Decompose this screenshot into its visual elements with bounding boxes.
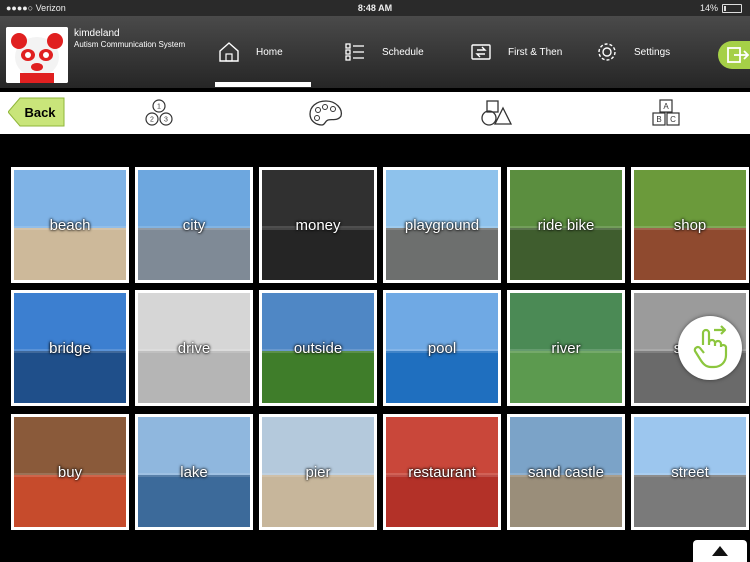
nav-home[interactable]: Home bbox=[216, 16, 283, 88]
shapes-icon bbox=[481, 100, 513, 126]
expand-tray-button[interactable] bbox=[693, 540, 747, 562]
picture-tile[interactable]: money bbox=[259, 167, 377, 283]
picture-tile[interactable]: bridge bbox=[11, 290, 129, 406]
exit-button[interactable] bbox=[718, 41, 750, 69]
numbers-icon: 12 3 bbox=[145, 99, 173, 126]
list-icon bbox=[342, 39, 368, 65]
swap-icon bbox=[468, 39, 494, 65]
app-subtitle: Autism Communication System bbox=[74, 40, 186, 49]
gear-icon bbox=[594, 39, 620, 65]
picture-tile[interactable]: city bbox=[135, 167, 253, 283]
back-label: Back bbox=[24, 105, 56, 120]
tile-label: bridge bbox=[49, 340, 91, 357]
tile-label: drive bbox=[177, 340, 211, 357]
tile-label: pool bbox=[427, 340, 457, 357]
picture-tile[interactable]: lake bbox=[135, 414, 253, 530]
svg-text:C: C bbox=[670, 115, 676, 124]
nav-settings-label: Settings bbox=[634, 46, 671, 58]
category-toolbar: Back 12 3 ABC bbox=[0, 92, 750, 134]
nav-first-then-label: First & Then bbox=[508, 46, 563, 58]
picture-tile[interactable]: playground bbox=[383, 167, 501, 283]
tile-label: playground bbox=[404, 217, 480, 234]
svg-text:2: 2 bbox=[150, 117, 154, 124]
picture-tile[interactable]: pool bbox=[383, 290, 501, 406]
svg-text:B: B bbox=[656, 115, 661, 124]
user-info: kimdeland Autism Communication System bbox=[74, 28, 185, 49]
tile-label: buy bbox=[57, 464, 83, 481]
picture-tile[interactable]: restaurant bbox=[383, 414, 501, 530]
status-bar: ●●●●○ Verizon 8:48 AM 14% bbox=[0, 0, 750, 16]
tile-label: money bbox=[295, 217, 341, 234]
tile-label: beach bbox=[49, 217, 91, 234]
battery-icon bbox=[722, 3, 742, 13]
tap-assist-button[interactable] bbox=[678, 316, 742, 380]
picture-tile[interactable]: shop bbox=[631, 167, 749, 283]
picture-tile[interactable]: sand castle bbox=[507, 414, 625, 530]
avatar[interactable] bbox=[6, 27, 68, 83]
nav-settings[interactable]: Settings bbox=[594, 16, 670, 88]
tile-label: shop bbox=[673, 217, 707, 234]
back-button[interactable]: Back bbox=[7, 96, 66, 127]
nav-home-label: Home bbox=[256, 46, 283, 58]
nav-first-then[interactable]: First & Then bbox=[468, 16, 562, 88]
picture-tile[interactable]: ride bike bbox=[507, 167, 625, 283]
art-category-button[interactable] bbox=[308, 98, 344, 128]
abc-blocks-icon: AB C bbox=[652, 99, 680, 126]
active-tab-indicator bbox=[215, 82, 311, 87]
tile-label: lake bbox=[180, 464, 208, 481]
letters-category-button[interactable]: ABC bbox=[648, 98, 684, 128]
picture-tile[interactable]: river bbox=[507, 290, 625, 406]
battery-percent: 14% bbox=[699, 3, 718, 13]
pointing-hand-icon bbox=[693, 325, 728, 369]
up-arrow-icon bbox=[712, 546, 728, 556]
picture-tile[interactable]: pier bbox=[259, 414, 377, 530]
clock: 8:48 AM bbox=[357, 3, 393, 13]
picture-tile[interactable]: street bbox=[631, 414, 749, 530]
nav-schedule-label: Schedule bbox=[382, 46, 424, 58]
nav-schedule[interactable]: Schedule bbox=[342, 16, 424, 88]
svg-text:1: 1 bbox=[157, 104, 161, 111]
picture-tile[interactable]: beach bbox=[11, 167, 129, 283]
tile-label: city bbox=[182, 217, 206, 234]
user-name: kimdeland bbox=[74, 28, 120, 39]
tile-label: restaurant bbox=[408, 464, 476, 481]
picture-tile[interactable]: buy bbox=[11, 414, 129, 530]
tile-label: river bbox=[551, 340, 581, 357]
svg-text:3: 3 bbox=[164, 117, 168, 124]
home-icon bbox=[216, 39, 242, 65]
battery-status: 14% bbox=[700, 3, 742, 13]
tile-label: sand castle bbox=[528, 464, 604, 481]
tile-label: ride bike bbox=[537, 217, 595, 234]
picture-tile[interactable]: outside bbox=[259, 290, 377, 406]
svg-text:A: A bbox=[663, 102, 669, 111]
tile-label: outside bbox=[293, 340, 343, 357]
numbers-category-button[interactable]: 12 3 bbox=[141, 98, 177, 128]
picture-tile[interactable]: drive bbox=[135, 290, 253, 406]
tile-label: street bbox=[671, 464, 709, 481]
shapes-category-button[interactable] bbox=[478, 98, 514, 128]
exit-icon bbox=[727, 47, 750, 63]
palette-icon bbox=[309, 100, 342, 126]
tile-label: pier bbox=[305, 464, 331, 481]
